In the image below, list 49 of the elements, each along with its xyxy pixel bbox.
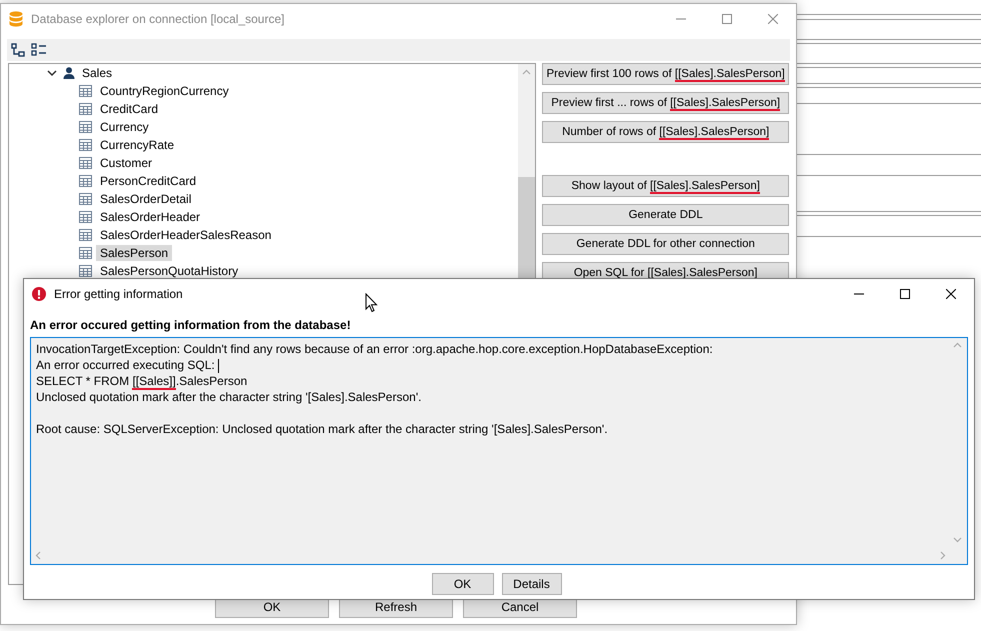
dialog-button[interactable]: Details: [502, 573, 562, 595]
table-icon: [79, 85, 92, 97]
scroll-down-icon[interactable]: [953, 535, 962, 544]
tree-item[interactable]: SalesPerson: [96, 245, 172, 261]
tree-item[interactable]: SalesOrderHeader: [96, 209, 204, 225]
table-icon: [79, 157, 92, 169]
mouse-pointer-icon: [365, 293, 378, 313]
tree-item[interactable]: Customer: [96, 155, 156, 171]
table-icon: [79, 103, 92, 115]
list-icon[interactable]: [31, 43, 47, 57]
window-title: Database explorer on connection [local_source]: [31, 12, 286, 26]
scroll-up-icon[interactable]: [953, 341, 962, 350]
tree-item[interactable]: SalesOrderDetail: [96, 191, 196, 207]
scroll-up-icon[interactable]: [522, 68, 532, 77]
dialog-button[interactable]: OK: [432, 573, 494, 595]
table-icon: [79, 175, 92, 187]
error-details-field[interactable]: InvocationTargetException: Couldn't find any rows because of an error :org.apache.hop.core.exception.HopDatabaseException: An error occurred executing SQL: SELECT * FROM [[Sales]].SalesPerson Unclosed quotation mark after the character string '[Sales].SalesPerson'. Root cause: SQLServerException: Unclosed quotation mark after the character string '[Sales].SalesPerson'.: [30, 337, 968, 565]
user-icon: [63, 67, 75, 79]
scroll-right-icon[interactable]: [938, 551, 947, 560]
action-button[interactable]: Preview first 100 rows of [[Sales].SalesPerson]: [542, 63, 789, 85]
database-icon: [9, 10, 23, 26]
maximize-icon[interactable]: [900, 288, 910, 298]
action-button[interactable]: Show layout of [[Sales].SalesPerson]: [542, 175, 789, 197]
tree-item[interactable]: Sales: [78, 65, 116, 81]
chevron-icon[interactable]: [47, 68, 57, 78]
error-heading: An error occured getting information from the database!: [30, 318, 352, 332]
tree-hierarchy-icon[interactable]: [11, 43, 25, 57]
table-icon: [79, 121, 92, 133]
action-button[interactable]: Generate DDL for other connection: [542, 233, 789, 255]
scroll-left-icon[interactable]: [34, 551, 43, 560]
table-icon: [79, 247, 92, 259]
tree-item[interactable]: SalesPersonQuotaHistory: [96, 263, 242, 279]
error-icon: [32, 286, 46, 300]
tree-item[interactable]: CountryRegionCurrency: [96, 83, 233, 99]
action-button[interactable]: Generate DDL: [542, 204, 789, 226]
table-icon: [79, 211, 92, 223]
tree-item[interactable]: Currency: [96, 119, 153, 135]
tree-item[interactable]: CreditCard: [96, 101, 162, 117]
action-button[interactable]: Preview first ... rows of [[Sales].SalesPerson]: [542, 92, 789, 114]
window-title: Error getting information: [54, 286, 184, 300]
table-icon: [79, 229, 92, 241]
action-button[interactable]: Number of rows of [[Sales].SalesPerson]: [542, 121, 789, 143]
minimize-icon[interactable]: [854, 292, 864, 294]
tree-item[interactable]: PersonCreditCard: [96, 173, 200, 189]
close-icon[interactable]: [946, 288, 956, 298]
tree-item[interactable]: CurrencyRate: [96, 137, 178, 153]
tree-item[interactable]: SalesOrderHeaderSalesReason: [96, 227, 276, 243]
table-icon: [79, 193, 92, 205]
table-icon: [79, 139, 92, 151]
